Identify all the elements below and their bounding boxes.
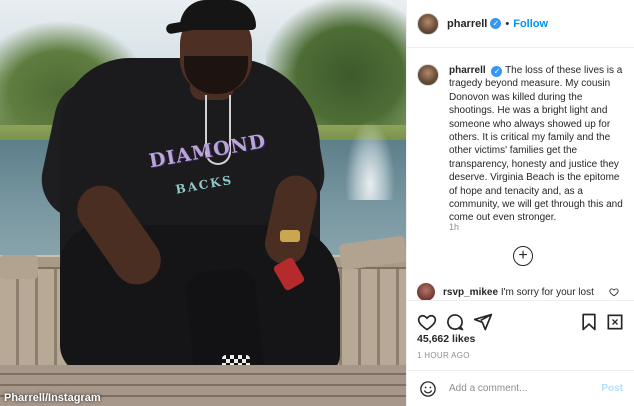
instagram-post-embed: DIAMOND BACKS Pharrell/Instagram pharrel…	[0, 0, 634, 406]
caption-username-link[interactable]: pharrell	[449, 65, 486, 76]
post-timestamp[interactable]: 1 HOUR AGO	[417, 351, 470, 360]
caption-timestamp[interactable]: 1h	[449, 222, 459, 232]
comment-row: rsvp_mikee I'm sorry for your lost	[417, 283, 629, 301]
comment-text: I'm sorry for your lost	[500, 286, 594, 298]
avatar[interactable]	[417, 12, 439, 35]
plus-circle-icon: +	[518, 247, 528, 264]
verified-badge-icon: ✓	[491, 66, 503, 77]
caption: pharrell ✓ The loss of these lives is a …	[449, 64, 627, 225]
bookmark-icon[interactable]	[579, 312, 599, 332]
username-link[interactable]: pharrell	[447, 18, 487, 30]
post-comment-button[interactable]: Post	[601, 383, 623, 394]
watch	[280, 230, 300, 242]
photo-credit: Pharrell/Instagram	[4, 392, 101, 404]
emoji-icon[interactable]	[419, 380, 437, 398]
caption-avatar[interactable]	[417, 64, 439, 86]
add-comment-bar: Post	[407, 370, 634, 406]
share-icon[interactable]	[473, 312, 493, 332]
post-photo[interactable]: DIAMOND BACKS Pharrell/Instagram	[0, 0, 406, 406]
separator-dot: •	[505, 17, 510, 30]
likes-count[interactable]: 45,662 likes	[417, 333, 475, 345]
caption-block: pharrell ✓ The loss of these lives is a …	[417, 64, 627, 225]
more-options-icon[interactable]	[605, 312, 625, 332]
verified-badge-icon: ✓	[490, 18, 502, 29]
comment-input[interactable]	[449, 383, 589, 394]
comment-text-wrap: rsvp_mikee I'm sorry for your lost	[443, 287, 594, 298]
load-more-comments-button[interactable]: +	[513, 246, 533, 266]
post-sidebar: pharrell ✓ • Follow pharrell ✓ The loss …	[406, 0, 634, 406]
comment-like-heart-icon[interactable]	[609, 287, 619, 297]
follow-button[interactable]: Follow	[513, 18, 548, 30]
caption-text: The loss of these lives is a tragedy bey…	[449, 65, 623, 224]
comment-username-link[interactable]: rsvp_mikee	[443, 287, 498, 298]
post-header: pharrell ✓ • Follow	[407, 0, 634, 48]
heart-icon[interactable]	[417, 312, 437, 332]
comment-icon[interactable]	[445, 312, 465, 332]
person: DIAMOND BACKS	[0, 0, 406, 406]
comment-avatar[interactable]	[417, 283, 435, 301]
